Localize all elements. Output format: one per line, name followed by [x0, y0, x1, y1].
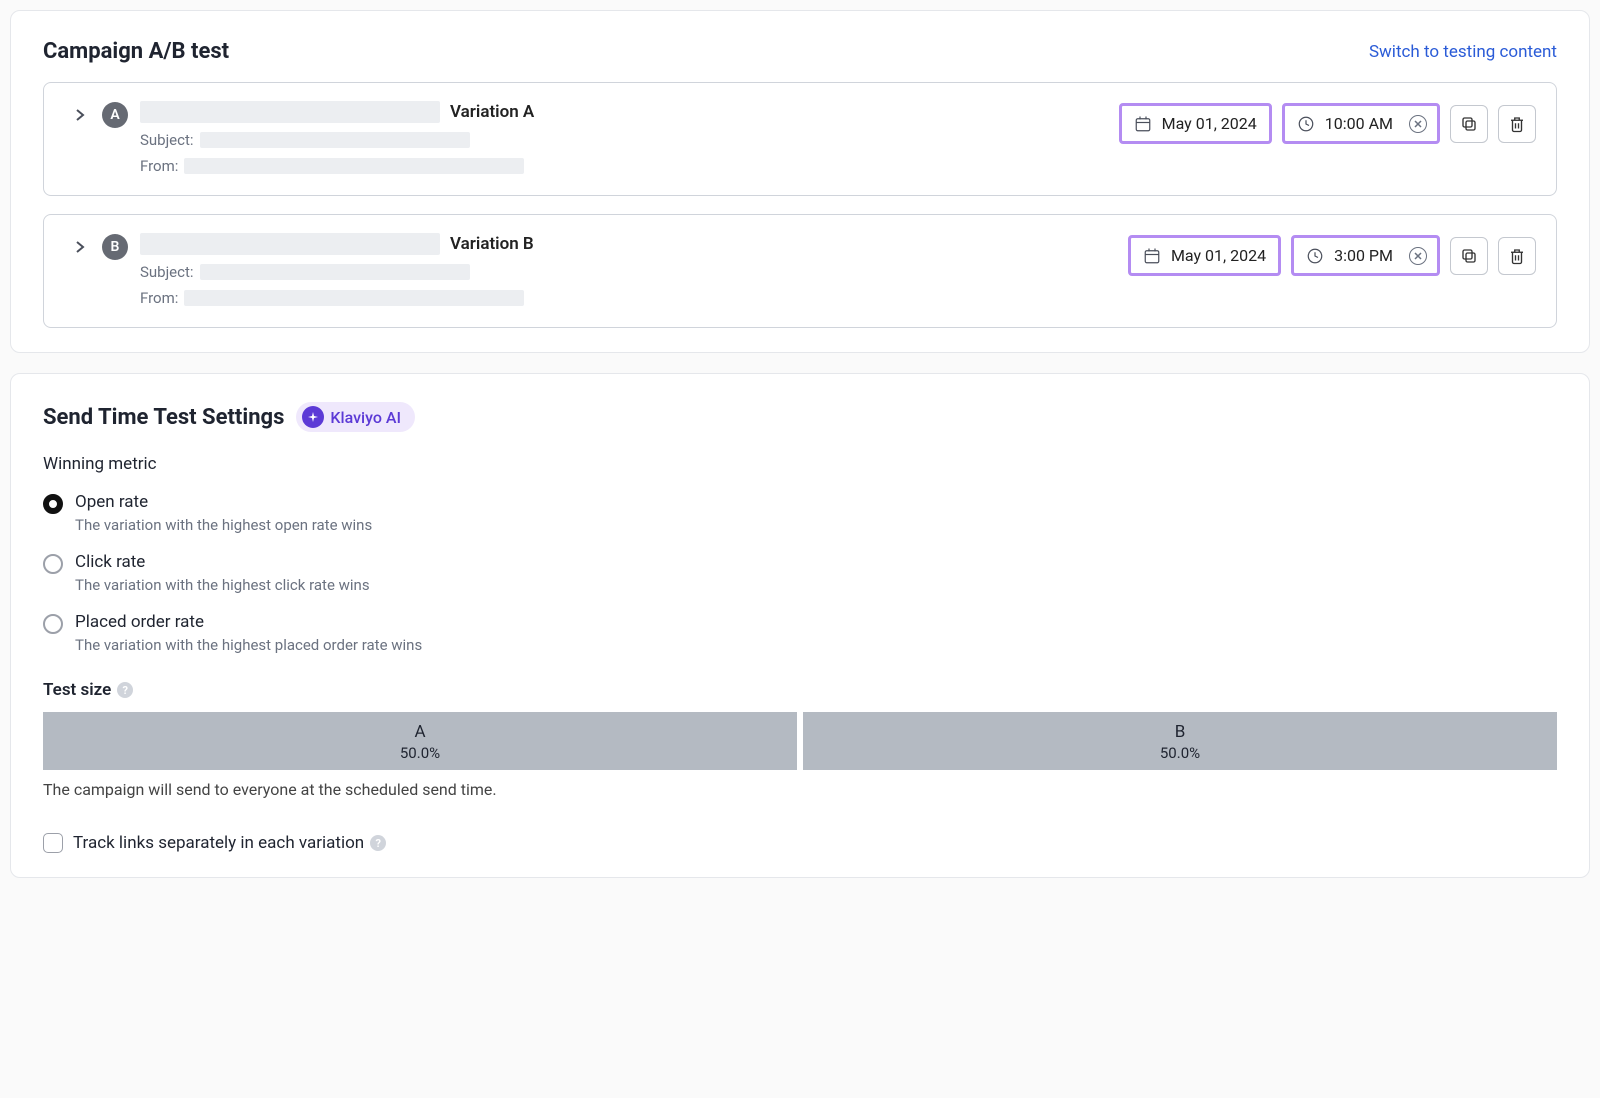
from-placeholder	[184, 290, 524, 306]
subject-placeholder	[200, 264, 470, 280]
date-picker[interactable]: May 01, 2024	[1119, 103, 1272, 144]
radio-label: Open rate	[75, 492, 372, 512]
radio-desc: The variation with the highest open rate…	[75, 516, 372, 534]
variation-title: Variation B	[450, 234, 534, 254]
radio-input[interactable]	[43, 554, 63, 574]
segment-percent: 50.0%	[803, 744, 1557, 762]
clear-time-icon[interactable]	[1409, 115, 1427, 133]
trash-icon	[1508, 115, 1526, 133]
variation-badge: A	[102, 102, 128, 128]
from-label: From:	[140, 289, 178, 307]
test-segment-a: A 50.0%	[43, 712, 797, 770]
radio-desc: The variation with the highest click rat…	[75, 576, 370, 594]
duplicate-button[interactable]	[1450, 105, 1488, 143]
from-placeholder	[184, 158, 524, 174]
settings-title: Send Time Test Settings	[43, 405, 284, 430]
campaign-name-placeholder	[140, 233, 440, 255]
clear-time-icon[interactable]	[1409, 247, 1427, 265]
copy-icon	[1460, 247, 1478, 265]
trash-icon	[1508, 247, 1526, 265]
variation-card-b: B Variation B Subject: From: May 01, 202…	[43, 214, 1557, 328]
date-picker[interactable]: May 01, 2024	[1128, 235, 1281, 276]
variation-card-a: A Variation A Subject: From: May 01, 202…	[43, 82, 1557, 196]
expand-icon[interactable]	[70, 105, 90, 125]
klaviyo-ai-badge: Klaviyo AI	[296, 402, 415, 432]
radio-input[interactable]	[43, 614, 63, 634]
time-picker[interactable]: 10:00 AM	[1282, 103, 1440, 144]
send-time-settings-panel: Send Time Test Settings Klaviyo AI Winni…	[10, 373, 1590, 878]
time-picker[interactable]: 3:00 PM	[1291, 235, 1440, 276]
radio-label: Click rate	[75, 552, 370, 572]
test-size-bar[interactable]: A 50.0% B 50.0%	[43, 712, 1557, 770]
clock-icon	[1306, 247, 1324, 265]
help-icon[interactable]: ?	[370, 835, 386, 851]
calendar-icon	[1134, 115, 1152, 133]
panel-title: Campaign A/B test	[43, 39, 229, 64]
expand-icon[interactable]	[70, 237, 90, 257]
time-value: 3:00 PM	[1334, 246, 1393, 265]
test-segment-b: B 50.0%	[803, 712, 1557, 770]
variation-badge: B	[102, 234, 128, 260]
variation-controls: May 01, 2024 3:00 PM	[1128, 235, 1536, 276]
radio-click-rate[interactable]: Click rate The variation with the highes…	[43, 552, 1557, 594]
variation-title: Variation A	[450, 102, 534, 122]
segment-letter: B	[803, 722, 1557, 742]
radio-desc: The variation with the highest placed or…	[75, 636, 422, 654]
subject-label: Subject:	[140, 263, 194, 281]
from-label: From:	[140, 157, 178, 175]
test-size-note: The campaign will send to everyone at th…	[43, 780, 1557, 799]
radio-placed-order-rate[interactable]: Placed order rate The variation with the…	[43, 612, 1557, 654]
track-links-row[interactable]: Track links separately in each variation…	[43, 833, 1557, 853]
variation-body: Variation A Subject: From:	[140, 101, 1107, 175]
winning-metric-radio-group: Open rate The variation with the highest…	[43, 492, 1557, 654]
radio-label: Placed order rate	[75, 612, 422, 632]
winning-metric-label: Winning metric	[43, 454, 1557, 474]
clock-icon	[1297, 115, 1315, 133]
radio-input[interactable]	[43, 494, 63, 514]
sparkle-icon	[302, 406, 324, 428]
test-size-label: Test size ?	[43, 680, 1557, 700]
copy-icon	[1460, 115, 1478, 133]
switch-to-content-link[interactable]: Switch to testing content	[1369, 42, 1557, 62]
checkbox-label: Track links separately in each variation…	[73, 833, 386, 853]
panel-header: Campaign A/B test Switch to testing cont…	[43, 39, 1557, 64]
segment-letter: A	[43, 722, 797, 742]
time-value: 10:00 AM	[1325, 114, 1393, 133]
variation-body: Variation B Subject: From:	[140, 233, 1116, 307]
subject-label: Subject:	[140, 131, 194, 149]
checkbox-input[interactable]	[43, 833, 63, 853]
date-value: May 01, 2024	[1162, 114, 1257, 133]
delete-button[interactable]	[1498, 105, 1536, 143]
campaign-ab-panel: Campaign A/B test Switch to testing cont…	[10, 10, 1590, 353]
date-value: May 01, 2024	[1171, 246, 1266, 265]
segment-percent: 50.0%	[43, 744, 797, 762]
ai-badge-label: Klaviyo AI	[330, 408, 401, 427]
campaign-name-placeholder	[140, 101, 440, 123]
settings-header: Send Time Test Settings Klaviyo AI	[43, 402, 1557, 432]
duplicate-button[interactable]	[1450, 237, 1488, 275]
variation-controls: May 01, 2024 10:00 AM	[1119, 103, 1536, 144]
subject-placeholder	[200, 132, 470, 148]
radio-open-rate[interactable]: Open rate The variation with the highest…	[43, 492, 1557, 534]
delete-button[interactable]	[1498, 237, 1536, 275]
help-icon[interactable]: ?	[117, 682, 133, 698]
calendar-icon	[1143, 247, 1161, 265]
